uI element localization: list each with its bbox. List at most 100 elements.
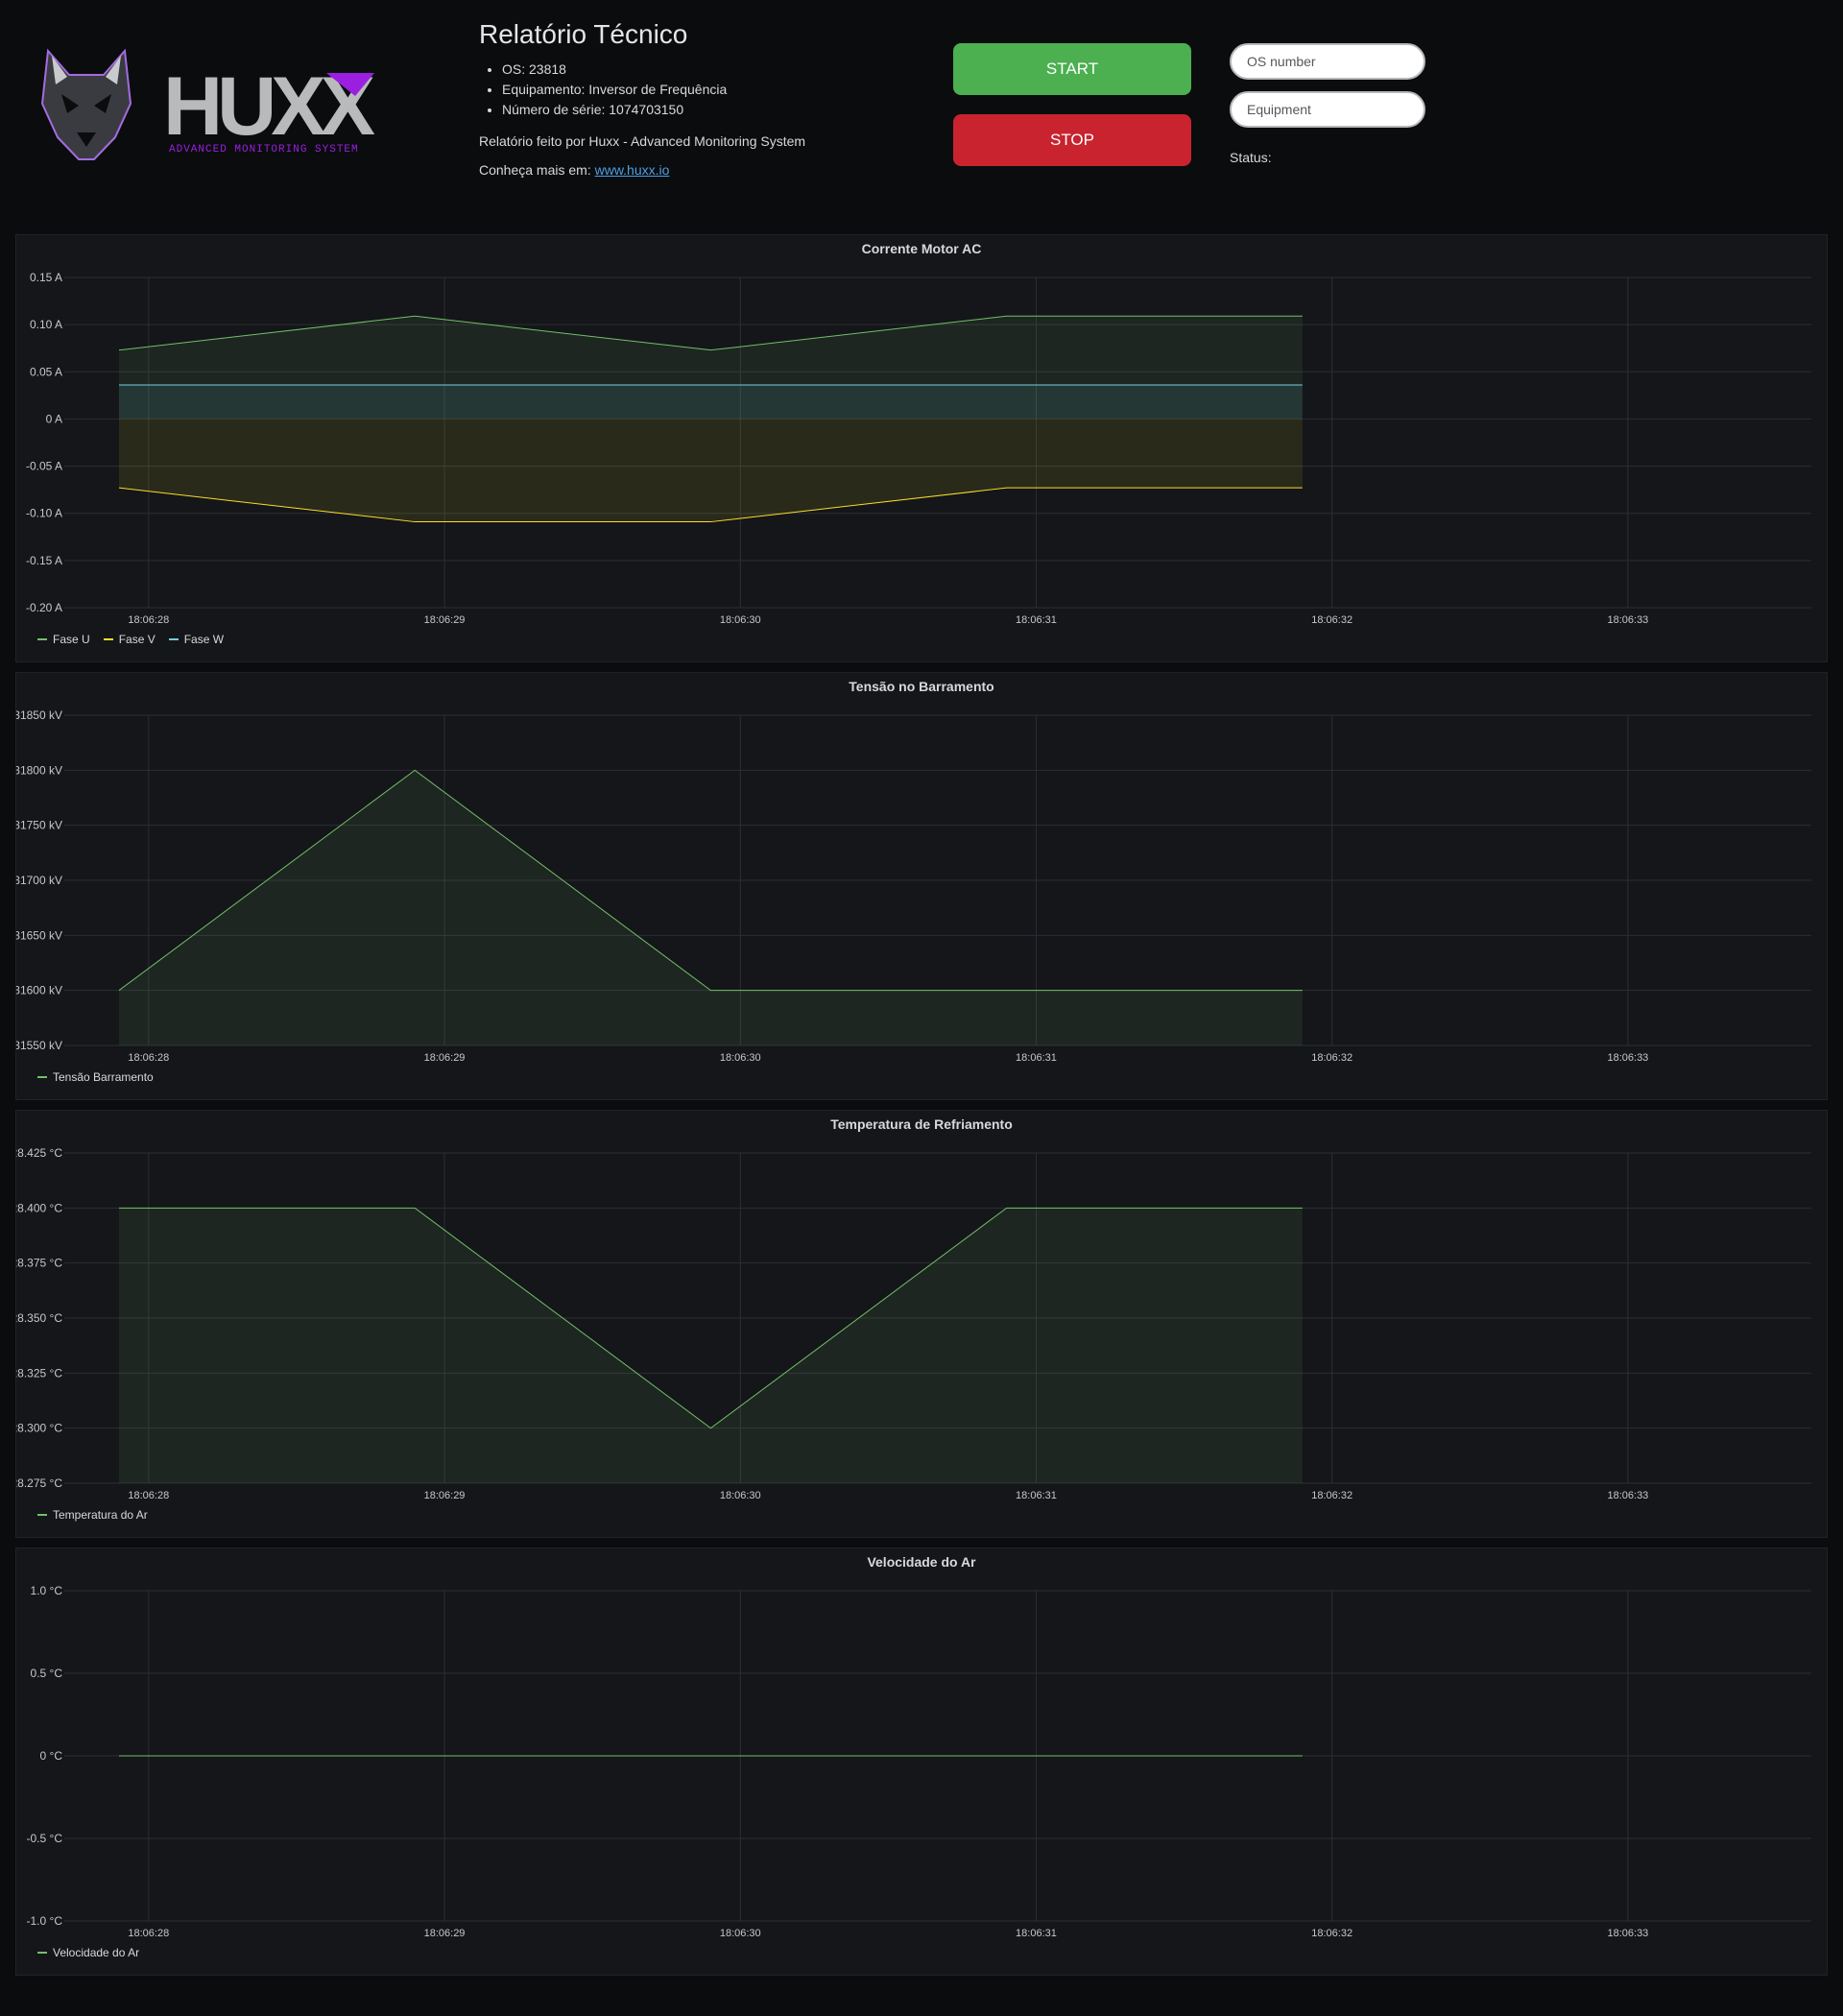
legend-label: Fase W [183,633,225,646]
y-tick-label: 28.425 °C [16,1146,62,1160]
x-tick-label: 18:06:28 [128,1928,169,1939]
y-tick-label: 0 A [46,412,62,425]
equipment-input[interactable] [1230,91,1425,128]
legend-swatch [37,1076,47,1078]
legend-item[interactable]: Temperatura do Ar [37,1508,148,1522]
series-area [118,770,1303,1045]
y-tick-label: 0.05 A [30,365,62,378]
x-tick-label: 18:06:31 [1016,1928,1057,1939]
y-tick-label: 0.5 °C [31,1667,63,1680]
series-area [118,385,1303,420]
x-tick-label: 18:06:32 [1311,1052,1352,1064]
legend-item[interactable]: Fase W [168,633,225,646]
legend-label: Fase V [118,633,156,646]
x-tick-label: 18:06:29 [424,614,466,626]
info-os: OS: 23818 [502,60,901,80]
status-label: Status: [1230,150,1272,165]
chart-temperatura: 28.425 °C 28.400 °C 28.375 °C 28.350 °C 28.3… [16,1146,1811,1501]
page-title: Relatório Técnico [479,19,688,49]
y-tick-label: 2.31750 kV [16,819,62,832]
huxx-logo: HUXX ADVANCED MONITORING SYSTEM [40,48,381,160]
y-tick-label: -0.10 A [26,507,62,520]
chart-tensao-barramento: 2.31850 kV 2.31800 kV 2.31750 kV 2.31700 kV… [16,708,1811,1064]
x-tick-label: 18:06:30 [720,1490,761,1501]
y-tick-label: -0.5 °C [27,1832,63,1845]
legend-swatch [37,638,47,640]
legend-item[interactable]: Tensão Barramento [37,1070,154,1084]
wolf-icon [40,48,132,160]
x-tick-label: 18:06:29 [424,1490,466,1501]
x-tick-label: 18:06:31 [1016,614,1057,626]
legend-swatch [103,638,113,640]
legend-label: Tensão Barramento [53,1070,154,1084]
legend: Temperatura do Ar [37,1508,148,1522]
legend-swatch [168,638,179,640]
logo-subtitle: ADVANCED MONITORING SYSTEM [169,144,359,156]
y-tick-label: -0.20 A [26,601,62,614]
info-equipment: Equipamento: Inversor de Frequência [502,80,901,100]
legend-label: Temperatura do Ar [53,1508,148,1522]
info-serial: Número de série: 1074703150 [502,100,901,120]
y-tick-label: 28.350 °C [16,1311,62,1325]
y-tick-label: 0.15 A [30,271,62,284]
y-tick-label: 2.31700 kV [16,874,62,887]
os-number-input[interactable] [1230,43,1425,80]
legend: Tensão Barramento [37,1070,154,1084]
learn-more-label: Conheça mais em: [479,162,591,178]
start-button[interactable]: START [953,43,1191,95]
x-tick-label: 18:06:33 [1607,1928,1648,1939]
x-tick-label: 18:06:28 [128,1052,169,1064]
website-link[interactable]: www.huxx.io [595,162,670,178]
info-list: OS: 23818 Equipamento: Inversor de Frequ… [479,60,901,120]
x-tick-label: 18:06:32 [1311,1928,1352,1939]
report-header: HUXX ADVANCED MONITORING SYSTEM Relatóri… [0,0,1843,230]
x-tick-label: 18:06:33 [1607,1052,1648,1064]
panel-temperatura: Temperatura de Refriamento 28.425 °C28.4… [15,1110,1828,1538]
x-tick-label: 18:06:31 [1016,1490,1057,1501]
y-tick-label: 28.325 °C [16,1366,62,1380]
x-tick-label: 18:06:32 [1311,1490,1352,1501]
legend-swatch [37,1952,47,1954]
x-tick-label: 18:06:33 [1607,1490,1648,1501]
y-tick-label: 2.31800 kV [16,763,62,777]
chart-velocidade-ar: 1.0 °C 0.5 °C 0 °C -0.5 °C -1.0 °C 18:06:28 18… [27,1584,1811,1939]
y-tick-label: 2.31650 kV [16,928,62,942]
x-tick-label: 18:06:28 [128,614,169,626]
y-tick-label: 28.400 °C [16,1201,62,1214]
report-info: Relatório Técnico OS: 23818 Equipamento:… [479,19,901,178]
y-tick-label: 0 °C [40,1749,63,1763]
y-tick-label: 2.31600 kV [16,984,62,997]
x-tick-label: 18:06:32 [1311,614,1352,626]
y-tick-label: 2.31850 kV [16,708,62,722]
x-tick-label: 18:06:29 [424,1052,466,1064]
y-tick-label: 28.375 °C [16,1257,62,1270]
legend-label: Fase U [53,633,90,646]
series-area [118,1208,1303,1483]
legend-label: Velocidade do Ar [53,1946,140,1959]
y-tick-label: -0.15 A [26,554,62,567]
legend-swatch [37,1514,47,1516]
panel-tensao-barramento: Tensão no Barramento 2.31850 kV2.31800 k… [15,672,1828,1100]
x-tick-label: 18:06:33 [1607,614,1648,626]
y-tick-label: 1.0 °C [31,1584,63,1597]
x-tick-label: 18:06:30 [720,614,761,626]
chart-corrente-motor: 0.15 A 0.10 A 0.05 A 0 A -0.05 A -0.10 A -0.15… [26,271,1811,626]
stop-button[interactable]: STOP [953,114,1191,166]
x-tick-label: 18:06:30 [720,1928,761,1939]
y-tick-label: -1.0 °C [27,1914,63,1928]
x-tick-label: 18:06:28 [128,1490,169,1501]
x-tick-label: 18:06:29 [424,1928,466,1939]
y-tick-label: 0.10 A [30,318,62,331]
y-tick-label: 2.31550 kV [16,1039,62,1052]
legend: Fase U Fase V Fase W [37,633,224,646]
legend-item[interactable]: Fase V [103,633,156,646]
x-tick-label: 18:06:30 [720,1052,761,1064]
legend-item[interactable]: Velocidade do Ar [37,1946,139,1959]
learn-more: Conheça mais em: www.huxx.io [479,162,901,178]
legend-item[interactable]: Fase U [37,633,90,646]
x-tick-label: 18:06:31 [1016,1052,1057,1064]
y-tick-label: 28.300 °C [16,1422,62,1435]
legend: Velocidade do Ar [37,1946,139,1959]
y-tick-label: 28.275 °C [16,1476,62,1490]
panel-velocidade-ar: Velocidade do Ar 1.0 °C 0.5 °C 0 °C -0.5 °C… [15,1548,1828,1976]
